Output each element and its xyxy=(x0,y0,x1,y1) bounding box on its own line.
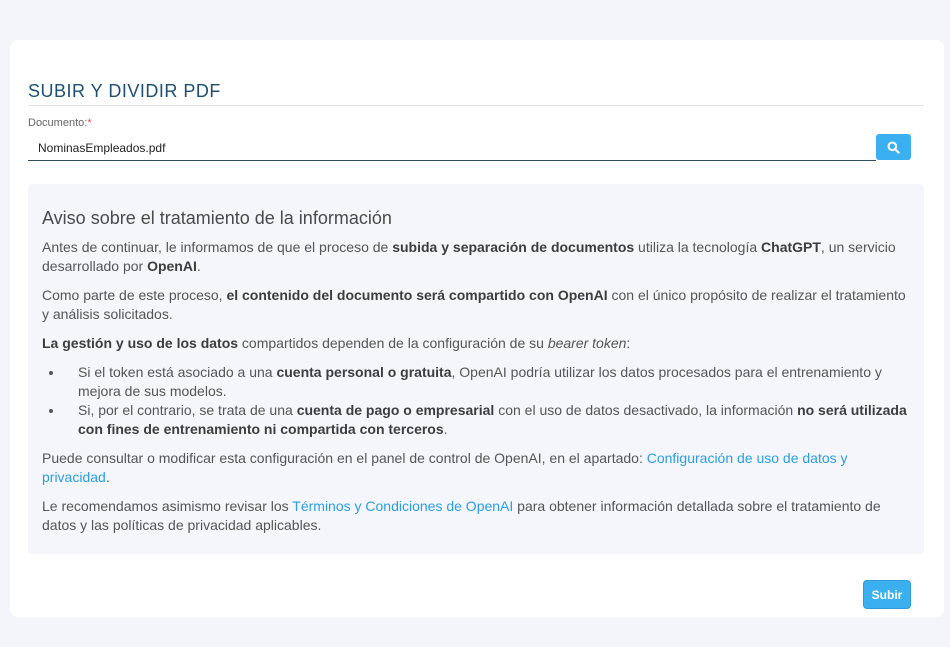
notice-paragraph-terms: Le recomendamos asimismo revisar los Tér… xyxy=(42,498,881,533)
page-title: SUBIR Y DIVIDIR PDF xyxy=(28,81,924,106)
list-item: Si el token está asociado a una cuenta p… xyxy=(64,363,912,401)
notice-paragraph-sharing: Como parte de este proceso, el contenido… xyxy=(42,287,906,322)
required-mark: * xyxy=(87,117,92,129)
document-field[interactable]: NominasEmpleados.pdf xyxy=(28,135,876,161)
document-field-value: NominasEmpleados.pdf xyxy=(38,141,166,155)
document-label: Documento:* xyxy=(28,117,92,129)
submit-button[interactable]: Subir xyxy=(863,580,911,609)
notice-heading: Aviso sobre el tratamiento de la informa… xyxy=(42,208,392,228)
privacy-notice: Aviso sobre el tratamiento de la informa… xyxy=(28,184,924,554)
notice-paragraph-token: La gestión y uso de los datos compartido… xyxy=(42,335,631,351)
terms-link[interactable]: Términos y Condiciones de OpenAI xyxy=(292,498,513,514)
search-icon xyxy=(887,141,900,154)
list-item: Si, por el contrario, se trata de una cu… xyxy=(64,401,912,439)
search-button[interactable] xyxy=(876,134,911,160)
notice-paragraph-settings: Puede consultar o modificar esta configu… xyxy=(42,450,848,485)
token-list: Si el token está asociado a una cuenta p… xyxy=(42,363,912,439)
notice-paragraph-intro: Antes de continuar, le informamos de que… xyxy=(42,239,896,274)
